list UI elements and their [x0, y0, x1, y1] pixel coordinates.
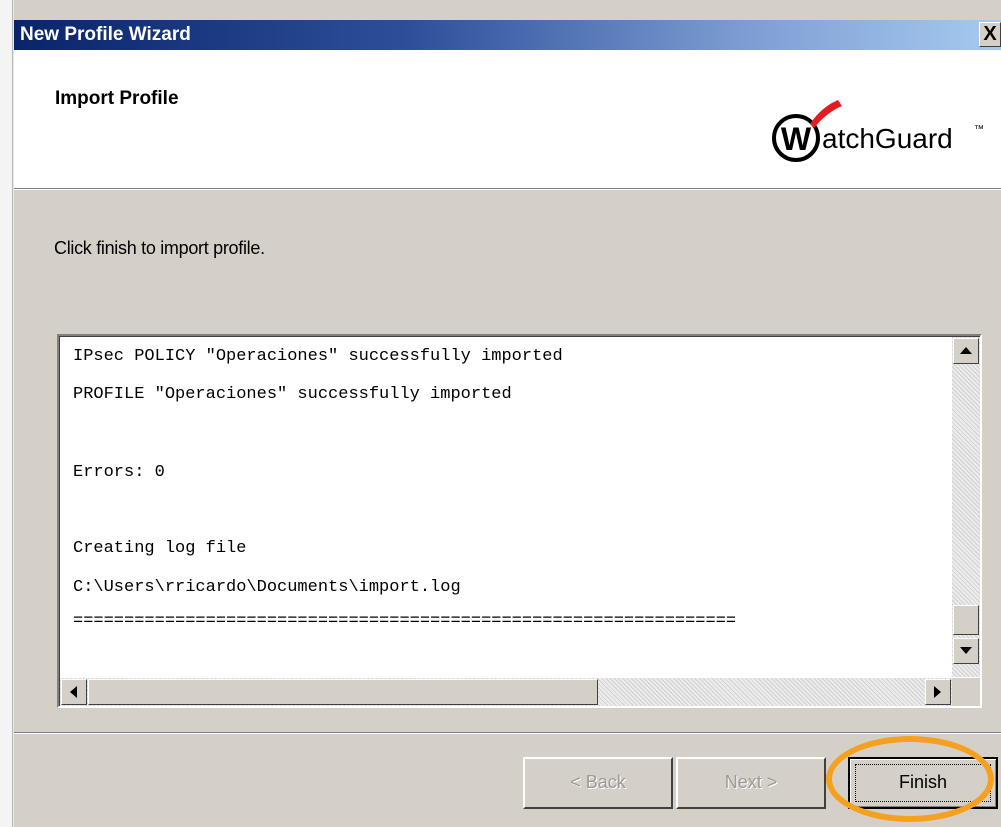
vertical-scrollbar[interactable]: [952, 337, 980, 677]
logo-letter: W: [781, 121, 812, 157]
next-button[interactable]: Next >: [676, 757, 826, 809]
scroll-left-arrow-icon: [70, 686, 77, 698]
log-line: C:\Users\rricardo\Documents\import.log: [73, 578, 461, 597]
scroll-down-arrow-icon: [960, 647, 972, 654]
back-button-label: < Back: [570, 772, 626, 792]
instruction-text: Click finish to import profile.: [54, 238, 265, 258]
scroll-up-arrow-icon: [960, 347, 972, 354]
watchguard-logo: W atchGuard ™: [772, 100, 984, 162]
vertical-scroll-thumb[interactable]: [953, 605, 979, 635]
close-icon: X: [983, 23, 997, 45]
footer-divider: [14, 732, 1001, 734]
scrollbar-corner: [952, 678, 980, 706]
scroll-right-button[interactable]: [925, 679, 951, 705]
background-window-edge: [0, 0, 14, 827]
scroll-right-arrow-icon: [934, 686, 941, 698]
scroll-left-button[interactable]: [61, 679, 87, 705]
import-log-textarea[interactable]: IPsec POLICY "Operaciones" successfully …: [57, 334, 982, 708]
log-line: ========================================…: [73, 612, 737, 631]
close-button[interactable]: X: [979, 22, 1001, 47]
log-line: Errors: 0: [73, 463, 165, 482]
log-line: IPsec POLICY "Operaciones" successfully …: [73, 347, 563, 366]
scroll-up-button[interactable]: [953, 338, 979, 364]
wizard-dialog: New Profile Wizard X Import Profile W at…: [14, 0, 1001, 827]
logo-wordmark: atchGuard: [822, 123, 953, 154]
finish-highlight-ring: [826, 736, 994, 822]
header-divider: [14, 188, 1001, 190]
log-line: Creating log file: [73, 539, 247, 558]
scroll-down-button[interactable]: [953, 638, 979, 664]
logo-trademark: ™: [974, 124, 984, 135]
page-title: Import Profile: [55, 88, 179, 109]
back-button[interactable]: < Back: [523, 757, 673, 809]
horizontal-scroll-thumb[interactable]: [88, 679, 598, 705]
log-line: PROFILE "Operaciones" successfully impor…: [73, 385, 512, 404]
horizontal-scrollbar[interactable]: [60, 678, 953, 706]
title-bar[interactable]: New Profile Wizard X: [14, 20, 1001, 50]
next-button-label: Next >: [724, 772, 778, 792]
window-title: New Profile Wizard: [20, 24, 191, 45]
wizard-header: Import Profile W atchGuard ™: [14, 50, 1001, 188]
